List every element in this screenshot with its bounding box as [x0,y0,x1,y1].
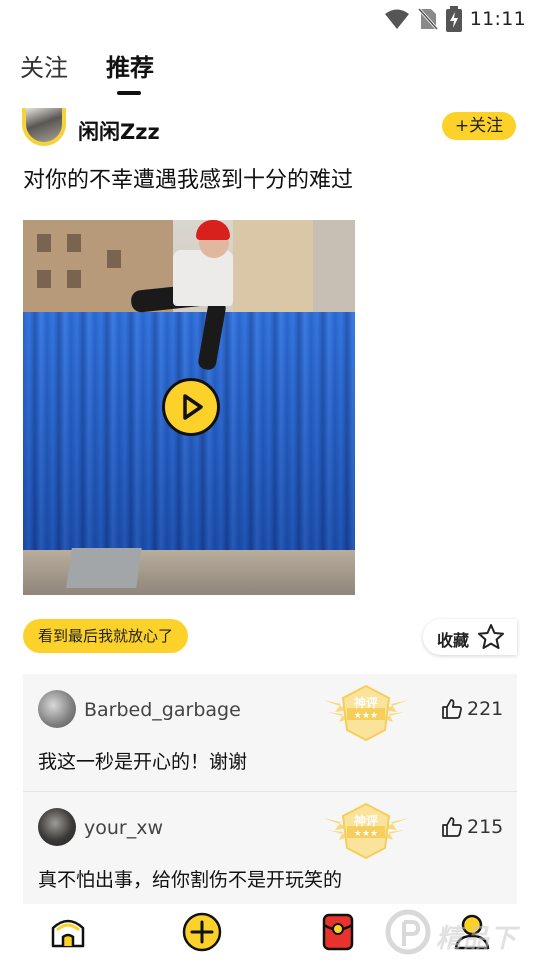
status-icons: 11:11 [384,6,526,32]
home-icon [51,919,85,948]
comment-text: 真不怕出事，给你割伤不是开玩笑的 [38,869,343,891]
topic-tag[interactable]: 看到最后我就放心了 [23,619,189,653]
like-button[interactable]: 221 [441,694,503,724]
thumbs-up-icon [442,817,462,837]
like-count: 215 [467,816,504,838]
god-comment-badge-icon: 神评 ★★★ [323,684,409,742]
like-count: 221 [467,698,504,720]
no-sim-icon [417,7,438,31]
add-icon [182,912,222,952]
hot-comments: Barbed_garbage 神评 ★★★ 221 我这一秒是开心的！谢谢 yo… [23,674,517,904]
active-tab-indicator [117,91,141,95]
status-bar: 11:11 [0,0,540,38]
watermark: 精品下载 [384,908,540,958]
thumbs-up-icon [442,699,462,719]
battery-charging-icon [445,6,462,32]
comment-item[interactable]: your_xw 神评 ★★★ 215 真不怕出事，给你割伤不是开玩笑的 [23,791,517,907]
avatar[interactable] [38,690,76,728]
post-text: 对你的不幸遭遇我感到十分的难过 [23,168,354,193]
star-icon [478,624,504,649]
follow-button[interactable]: +关注 [442,112,516,140]
svg-text:★★★: ★★★ [354,829,378,839]
god-comment-badge-icon: 神评 ★★★ [323,802,409,860]
wifi-icon [384,9,409,29]
svg-text:★★★: ★★★ [354,711,378,721]
play-button[interactable] [162,378,220,436]
comment-item[interactable]: Barbed_garbage 神评 ★★★ 221 我这一秒是开心的！谢谢 [23,674,517,790]
nav-red-packet[interactable] [318,912,358,952]
svg-text:神评: 神评 [354,695,378,710]
svg-text:神评: 神评 [354,813,378,828]
avatar[interactable] [22,108,66,146]
video-building [233,220,313,325]
favorite-label: 收藏 [437,631,470,650]
watermark-text: 精品下载 [436,924,518,954]
comment-text: 我这一秒是开心的！谢谢 [38,751,248,773]
status-time: 11:11 [469,8,526,30]
author-name[interactable]: 闲闲Zzz [78,116,160,146]
watermark-logo-icon [385,909,431,955]
tab-recommend[interactable]: 推荐 [106,50,154,86]
like-button[interactable]: 215 [441,812,503,842]
video-concrete-block [66,548,142,588]
top-tabs: 关注 推荐 [0,50,540,98]
favorite-button[interactable]: 收藏 [423,619,517,655]
comment-username[interactable]: your_xw [84,817,163,839]
red-packet-icon [322,913,354,951]
avatar[interactable] [38,808,76,846]
play-icon [183,394,203,420]
comment-username[interactable]: Barbed_garbage [84,699,241,721]
tab-follow[interactable]: 关注 [20,50,68,86]
nav-home[interactable] [48,912,88,952]
avatar-image [26,108,62,142]
post-author-row: 闲闲Zzz +关注 [22,108,518,148]
nav-add-post[interactable] [182,912,222,952]
